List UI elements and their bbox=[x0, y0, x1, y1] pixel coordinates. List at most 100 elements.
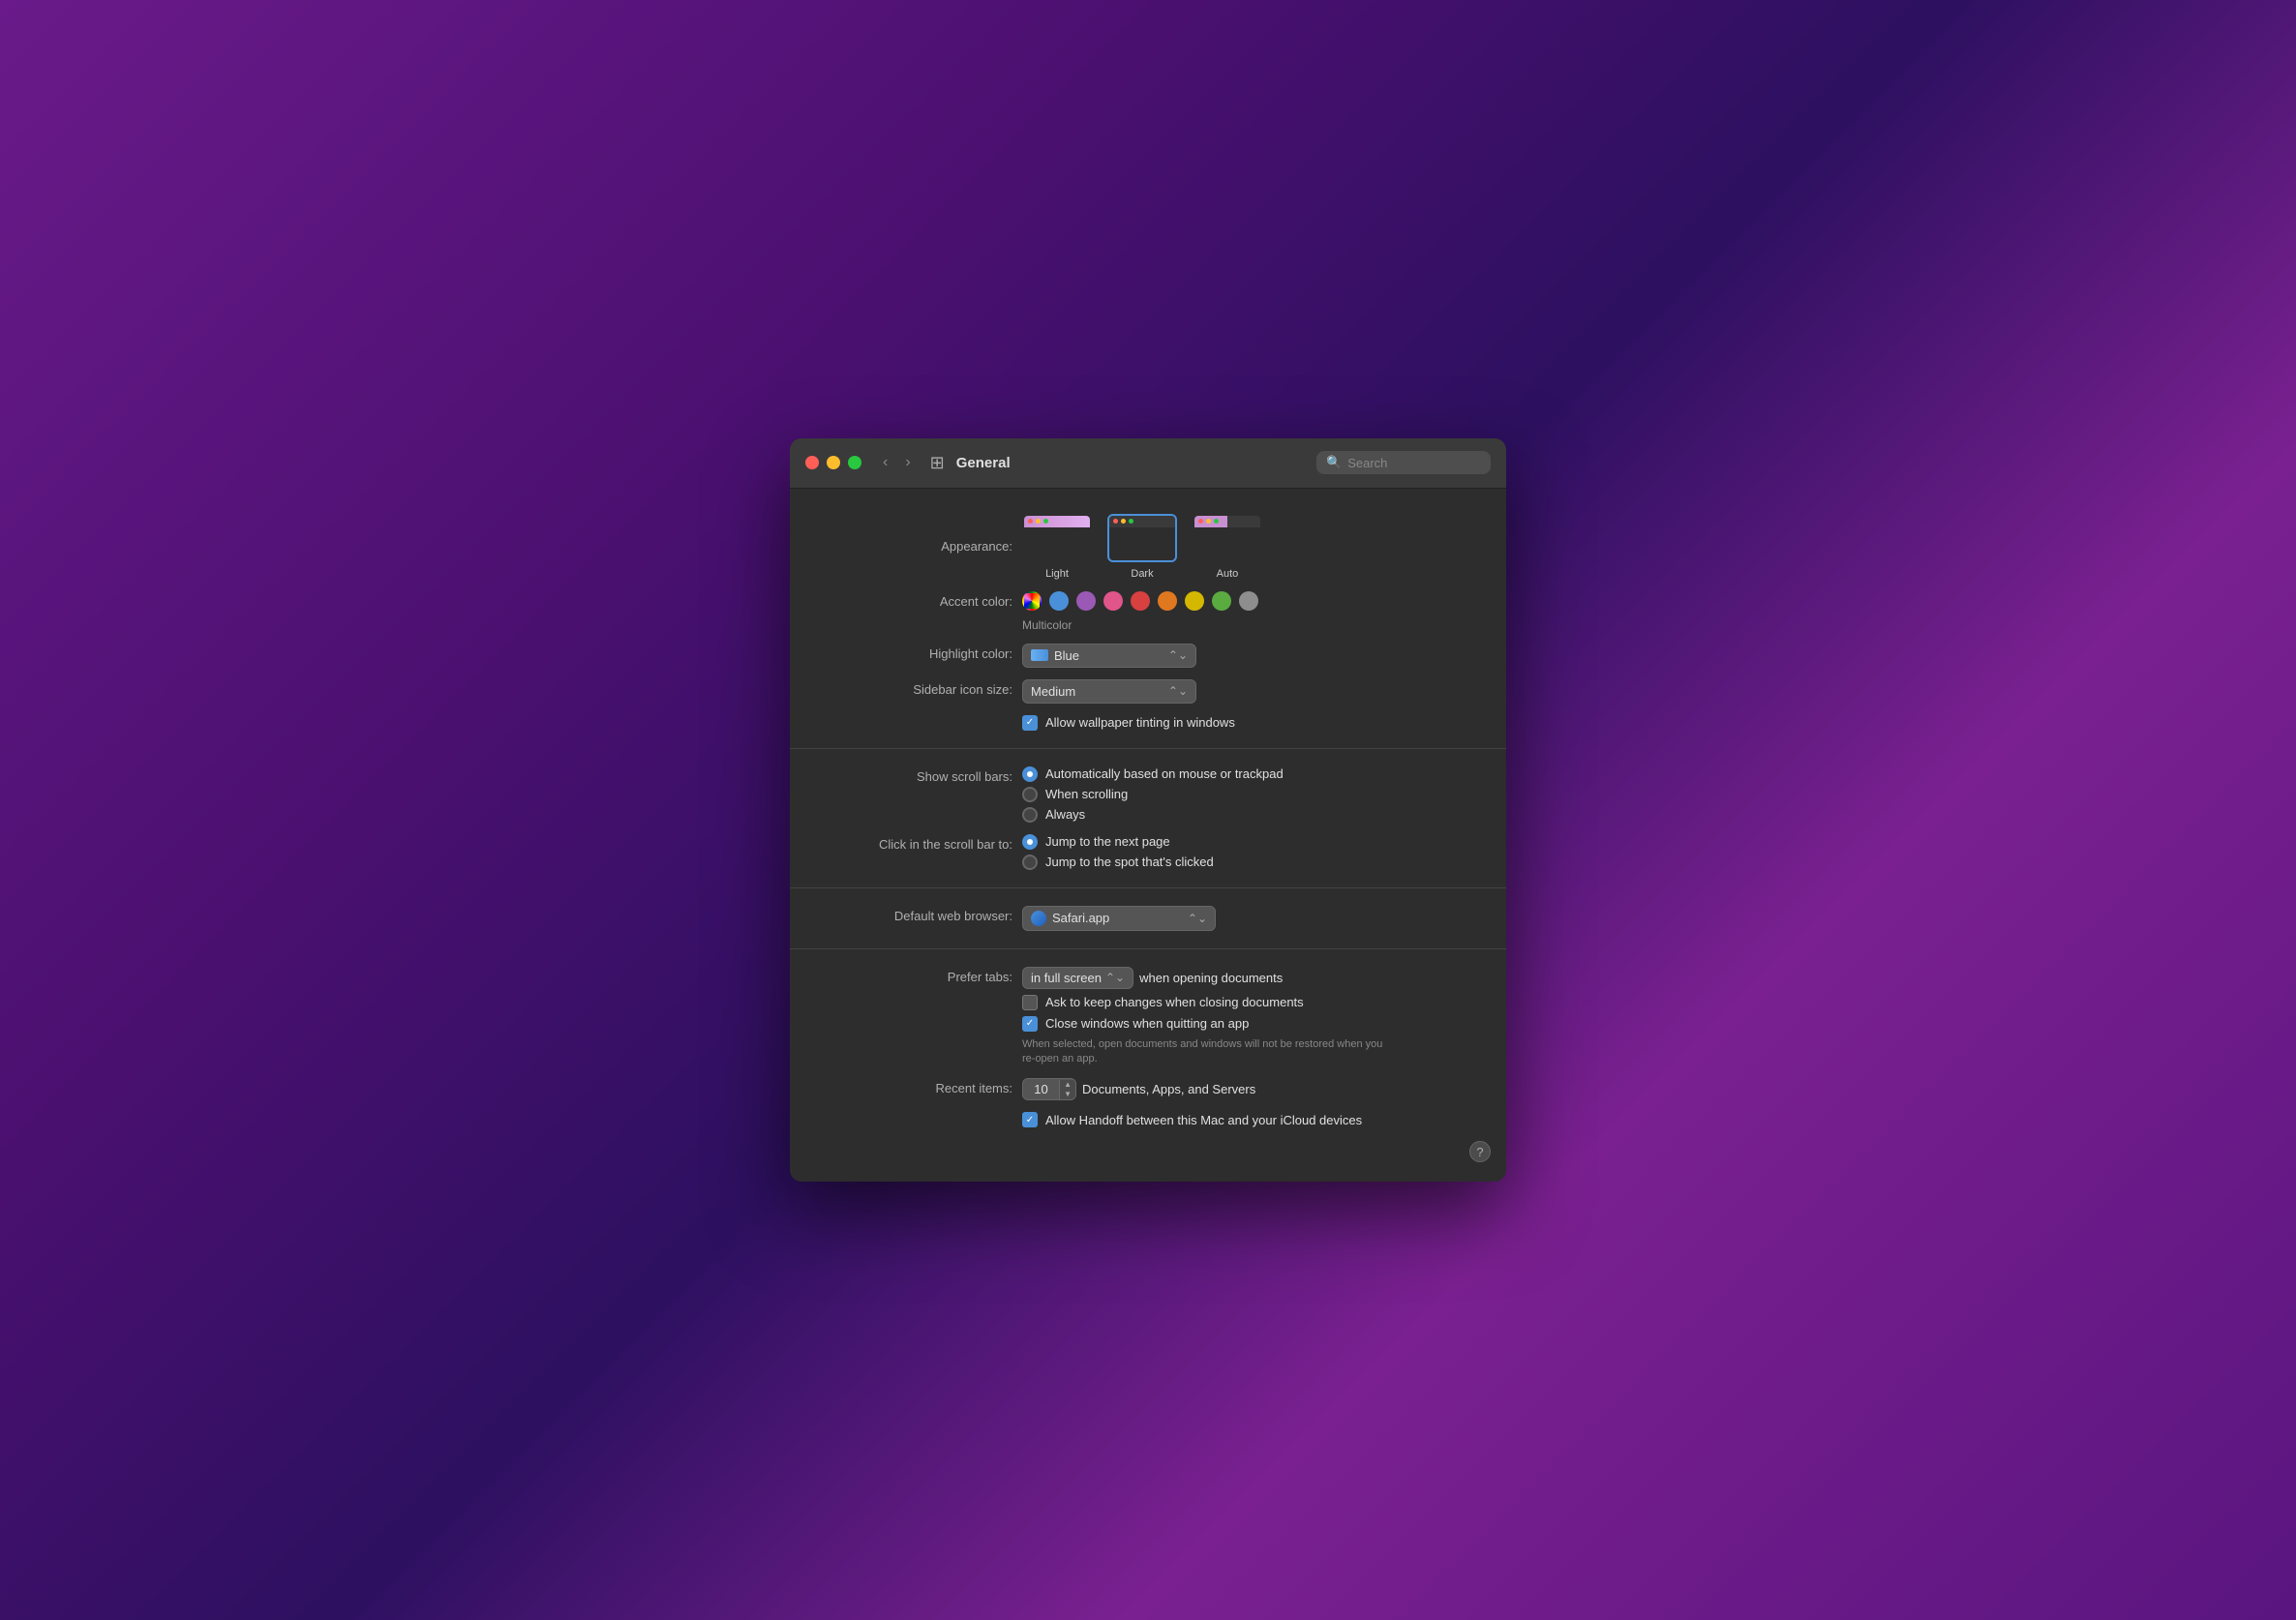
accent-sublabel: Multicolor bbox=[1022, 618, 1477, 632]
scroll-auto-radio[interactable] bbox=[1022, 766, 1038, 782]
click-next-radio-row[interactable]: Jump to the next page bbox=[1022, 834, 1477, 850]
grid-icon[interactable]: ⊞ bbox=[930, 453, 945, 473]
auto-thumb-bar bbox=[1194, 516, 1260, 527]
safari-icon bbox=[1031, 911, 1046, 926]
light-label: Light bbox=[1045, 568, 1069, 580]
scroll-always-radio-row[interactable]: Always bbox=[1022, 807, 1477, 823]
click-scroll-label: Click in the scroll bar to: bbox=[819, 834, 1012, 854]
window-title: General bbox=[956, 455, 1307, 471]
browser-value: Safari.app bbox=[1052, 911, 1182, 925]
sidebar-icon-size-row: Sidebar icon size: Medium ⌃⌄ bbox=[790, 674, 1506, 709]
prefer-tabs-suffix: when opening documents bbox=[1139, 971, 1283, 985]
stepper-up[interactable]: ▲ bbox=[1060, 1080, 1075, 1090]
recent-items-stepper[interactable]: 10 ▲ ▼ bbox=[1022, 1078, 1076, 1100]
stepper-down[interactable]: ▼ bbox=[1060, 1090, 1075, 1099]
browser-controls: Safari.app ⌃⌄ bbox=[1022, 906, 1477, 931]
highlight-color-dropdown[interactable]: Blue ⌃⌄ bbox=[1022, 644, 1196, 668]
auto-thumbnail bbox=[1193, 514, 1262, 562]
scroll-auto-label: Automatically based on mouse or trackpad bbox=[1045, 766, 1284, 781]
close-windows-subtext: When selected, open documents and window… bbox=[1022, 1037, 1390, 1067]
light-dot-red bbox=[1028, 519, 1033, 524]
prefer-tabs-inline: in full screen ⌃⌄ when opening documents bbox=[1022, 967, 1477, 989]
dark-dot-green bbox=[1129, 519, 1133, 524]
scroll-scrolling-radio[interactable] bbox=[1022, 787, 1038, 802]
scroll-scrolling-radio-row[interactable]: When scrolling bbox=[1022, 787, 1477, 802]
wallpaper-tinting-checkbox[interactable]: ✓ bbox=[1022, 715, 1038, 731]
search-input[interactable] bbox=[1347, 456, 1481, 470]
dark-thumb-bar bbox=[1109, 516, 1175, 527]
handoff-checkbox-row[interactable]: ✓ Allow Handoff between this Mac and you… bbox=[1022, 1112, 1477, 1127]
recent-items-row: Recent items: 10 ▲ ▼ Documents, Apps, an… bbox=[790, 1072, 1506, 1106]
accent-orange[interactable] bbox=[1158, 591, 1177, 611]
divider-1 bbox=[790, 748, 1506, 749]
prefer-tabs-arrow: ⌃⌄ bbox=[1105, 971, 1125, 984]
appearance-option-dark[interactable]: Dark bbox=[1107, 514, 1177, 580]
close-windows-checkbox[interactable]: ✓ bbox=[1022, 1016, 1038, 1032]
prefer-tabs-controls: in full screen ⌃⌄ when opening documents… bbox=[1022, 967, 1477, 1067]
close-button[interactable] bbox=[805, 456, 819, 469]
dark-thumbnail bbox=[1107, 514, 1177, 562]
accent-red[interactable] bbox=[1131, 591, 1150, 611]
close-windows-row[interactable]: ✓ Close windows when quitting an app bbox=[1022, 1016, 1477, 1032]
sidebar-icon-size-arrow: ⌃⌄ bbox=[1168, 684, 1188, 698]
prefer-tabs-row: Prefer tabs: in full screen ⌃⌄ when open… bbox=[790, 961, 1506, 1073]
search-icon: 🔍 bbox=[1326, 455, 1342, 470]
appearance-option-auto[interactable]: Auto bbox=[1193, 514, 1262, 580]
dark-dot-yellow bbox=[1121, 519, 1126, 524]
back-button[interactable]: ‹ bbox=[877, 450, 893, 475]
accent-yellow[interactable] bbox=[1185, 591, 1204, 611]
scroll-auto-radio-row[interactable]: Automatically based on mouse or trackpad bbox=[1022, 766, 1477, 782]
settings-content: Appearance: bbox=[790, 489, 1506, 1183]
accent-multicolor[interactable] bbox=[1022, 591, 1042, 611]
scroll-always-label: Always bbox=[1045, 807, 1085, 822]
divider-2 bbox=[790, 887, 1506, 888]
accent-color-row: Accent color: Multicolor bbox=[790, 585, 1506, 638]
ask-keep-changes-checkbox[interactable] bbox=[1022, 995, 1038, 1010]
highlight-color-controls: Blue ⌃⌄ bbox=[1022, 644, 1477, 668]
accent-green[interactable] bbox=[1212, 591, 1231, 611]
wallpaper-tinting-checkbox-row[interactable]: ✓ Allow wallpaper tinting in windows bbox=[1022, 715, 1477, 731]
forward-button[interactable]: › bbox=[899, 450, 916, 475]
nav-buttons: ‹ › bbox=[877, 450, 917, 475]
accent-graphite[interactable] bbox=[1239, 591, 1258, 611]
appearance-options: Light bbox=[1022, 514, 1477, 580]
search-box[interactable]: 🔍 bbox=[1316, 451, 1491, 474]
appearance-controls: Light bbox=[1022, 514, 1477, 580]
highlight-color-label: Highlight color: bbox=[819, 644, 1012, 663]
light-thumb-inner bbox=[1024, 516, 1090, 527]
help-button[interactable]: ? bbox=[1469, 1141, 1491, 1162]
recent-items-label: Recent items: bbox=[819, 1078, 1012, 1097]
browser-row: Default web browser: Safari.app ⌃⌄ bbox=[790, 900, 1506, 937]
scroll-auto-radio-dot bbox=[1027, 771, 1033, 777]
accent-blue[interactable] bbox=[1049, 591, 1069, 611]
accent-pink[interactable] bbox=[1103, 591, 1123, 611]
scroll-bars-radio-group: Automatically based on mouse or trackpad… bbox=[1022, 766, 1477, 823]
highlight-color-value: Blue bbox=[1054, 648, 1163, 663]
click-spot-radio[interactable] bbox=[1022, 855, 1038, 870]
browser-dropdown[interactable]: Safari.app ⌃⌄ bbox=[1022, 906, 1216, 931]
light-dot-green bbox=[1043, 519, 1048, 524]
handoff-checkbox[interactable]: ✓ bbox=[1022, 1112, 1038, 1127]
appearance-option-light[interactable]: Light bbox=[1022, 514, 1092, 580]
click-next-radio[interactable] bbox=[1022, 834, 1038, 850]
dark-dot-red bbox=[1113, 519, 1118, 524]
sidebar-icon-size-label: Sidebar icon size: bbox=[819, 679, 1012, 699]
appearance-row: Appearance: bbox=[790, 508, 1506, 585]
ask-keep-changes-row[interactable]: Ask to keep changes when closing documen… bbox=[1022, 995, 1477, 1010]
accent-color-label: Accent color: bbox=[819, 591, 1012, 611]
dark-thumb-inner bbox=[1109, 516, 1175, 527]
handoff-check: ✓ bbox=[1026, 1115, 1034, 1125]
minimize-button[interactable] bbox=[827, 456, 840, 469]
scroll-always-radio[interactable] bbox=[1022, 807, 1038, 823]
click-next-radio-dot bbox=[1027, 839, 1033, 845]
sidebar-icon-size-dropdown[interactable]: Medium ⌃⌄ bbox=[1022, 679, 1196, 704]
scroll-scrolling-label: When scrolling bbox=[1045, 787, 1128, 801]
click-spot-radio-row[interactable]: Jump to the spot that's clicked bbox=[1022, 855, 1477, 870]
maximize-button[interactable] bbox=[848, 456, 861, 469]
accent-purple[interactable] bbox=[1076, 591, 1096, 611]
click-next-label: Jump to the next page bbox=[1045, 834, 1170, 849]
highlight-color-arrow: ⌃⌄ bbox=[1168, 648, 1188, 662]
wallpaper-tinting-controls: ✓ Allow wallpaper tinting in windows bbox=[1022, 715, 1477, 731]
accent-color-controls: Multicolor bbox=[1022, 591, 1477, 632]
prefer-tabs-dropdown[interactable]: in full screen ⌃⌄ bbox=[1022, 967, 1133, 989]
